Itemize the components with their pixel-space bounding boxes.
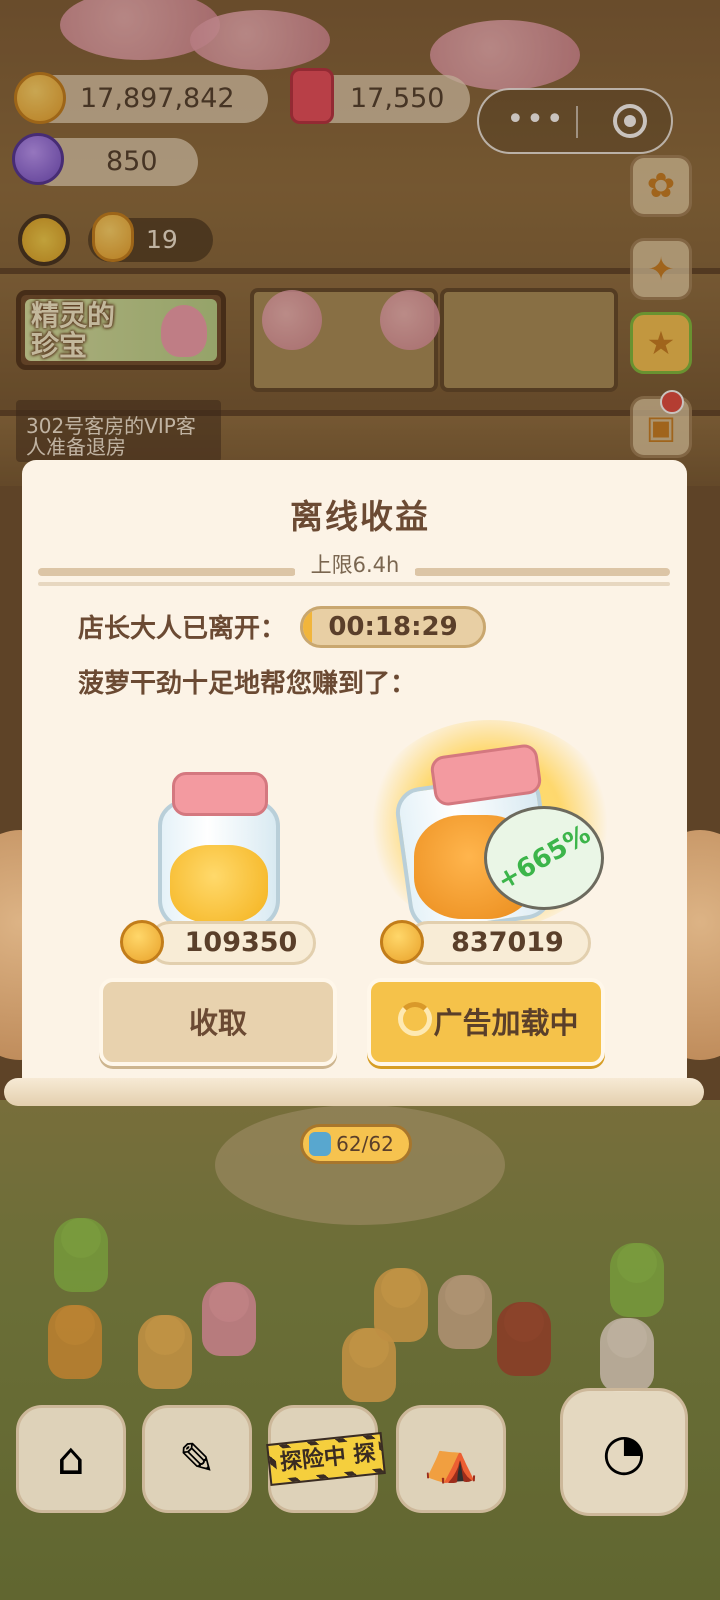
nav-mushroom-house-icon[interactable]: ⌂ — [16, 1405, 126, 1513]
nav-notebook-icon[interactable]: ✎ — [142, 1405, 252, 1513]
nav-shop-stall-icon[interactable]: ⛺ — [396, 1405, 506, 1513]
away-timer: 00:18:29 — [300, 606, 486, 648]
boosted-amount-pill: 837019 — [406, 921, 591, 965]
away-time: 00:18:29 — [328, 612, 458, 642]
boosted-amount: 837019 — [451, 927, 564, 958]
collect-button[interactable]: 收取 — [99, 978, 337, 1066]
loading-spinner-icon — [398, 1002, 432, 1036]
offline-cap-label: 上限6.4h — [295, 549, 415, 579]
bonus-tag: +665% — [484, 806, 604, 910]
timer-progress-fill — [303, 609, 312, 645]
away-label: 店长大人已离开： — [78, 614, 287, 644]
divider-line — [38, 582, 670, 586]
gingerbread-coin-icon — [120, 920, 164, 964]
normal-amount-pill: 109350 — [148, 921, 316, 965]
jar-cookies — [170, 845, 268, 923]
earn-label: 菠萝干劲十足地帮您赚到了： — [78, 669, 417, 699]
normal-amount: 109350 — [184, 927, 298, 958]
divider-line — [414, 568, 670, 576]
scroll-roll-bottom — [4, 1078, 704, 1106]
energy-counter[interactable]: 62/62 — [300, 1124, 412, 1164]
gingerbread-coin-icon — [380, 920, 424, 964]
nav-mascot-clock-icon[interactable]: ◔ — [560, 1388, 688, 1516]
explore-label: 探险中 探 — [274, 1438, 381, 1480]
jar-lid — [172, 772, 268, 816]
popup-title: 离线收益 — [290, 497, 430, 536]
energy-bolt-icon — [309, 1132, 331, 1156]
bonus-percent: +665% — [492, 819, 596, 897]
divider-line — [38, 568, 296, 576]
